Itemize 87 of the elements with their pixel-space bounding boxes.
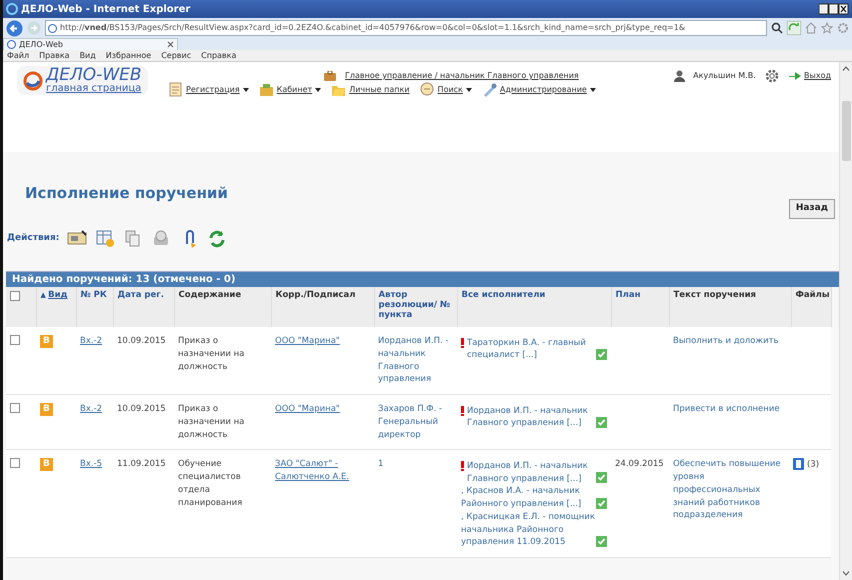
post-link[interactable]: Главное управление / начальник Главного управления: [345, 70, 579, 82]
nav-item-icon: [420, 82, 435, 97]
column-header: Содержание: [178, 291, 242, 301]
refresh-icon[interactable]: [207, 229, 228, 249]
column-header: Текст поручения: [674, 291, 756, 301]
plan-date: 24.09.2015: [615, 459, 664, 470]
scroll-down-icon[interactable]: [842, 571, 850, 576]
close-icon[interactable]: [167, 41, 174, 48]
page-icon: [48, 24, 57, 32]
row-checkbox[interactable]: [10, 335, 20, 345]
executor-text: Иорданов И.П. - начальник Главного управления [...]: [467, 460, 589, 486]
menu-item[interactable]: Правка: [39, 50, 70, 62]
file-count: (3): [807, 460, 820, 470]
result-count: Найдено поручений: 13 (отмечено - 0): [12, 273, 236, 287]
scrollbar-thumb[interactable]: [842, 101, 850, 161]
content-text: Приказ о назначении на должность: [178, 404, 244, 440]
task-text: Привести в исполнение: [673, 404, 780, 414]
browser-logo-icon: [6, 3, 18, 15]
executor-text: Тараторкин В.А. - главный специалист [...]: [467, 336, 587, 362]
select-all-checkbox[interactable]: [10, 291, 20, 301]
column-header[interactable]: Все исполнители: [462, 291, 546, 301]
logout-link[interactable]: Выход: [788, 70, 831, 82]
content-text: Обучение специалистов отдела планирования: [178, 459, 242, 508]
document-number-link[interactable]: Вх.-2: [80, 404, 102, 414]
column-header: Файлы: [796, 291, 830, 301]
home-link[interactable]: главная страница: [46, 84, 142, 94]
briefcase-icon: [323, 71, 337, 81]
type-badge: В: [40, 335, 53, 348]
search-icon[interactable]: [771, 22, 783, 34]
row-checkbox[interactable]: [10, 403, 20, 413]
menu-item[interactable]: Избранное: [106, 50, 152, 62]
arrow-right-icon: [788, 70, 802, 82]
executor-text: , Красницкая Е.Л. - помощник начальника Районного управления 11.09.2015: [461, 510, 596, 549]
column-header: Корр./Подписал: [276, 291, 356, 301]
date-text: 10.09.2015: [117, 404, 166, 414]
column-header[interactable]: Вид: [48, 291, 68, 301]
column-header[interactable]: План: [616, 291, 640, 301]
date-text: 10.09.2015: [117, 336, 166, 346]
nav-menu-item[interactable]: Поиск: [420, 82, 472, 97]
column-header[interactable]: № РК: [80, 291, 107, 301]
nav-menu-item[interactable]: Администрирование: [482, 82, 596, 97]
row-checkbox[interactable]: [10, 458, 20, 468]
browser-tab[interactable]: ДЕЛО-Web: [3, 38, 178, 50]
settings-icon[interactable]: [764, 68, 780, 84]
page-title: Исполнение поручений: [25, 186, 229, 201]
star-icon[interactable]: [821, 22, 833, 34]
type-badge: В: [40, 458, 53, 472]
menu-item[interactable]: Файл: [7, 50, 30, 62]
actions-label: Действия:: [7, 232, 60, 246]
correspondent-link[interactable]: ООО "Марина": [275, 335, 370, 348]
logo-badge[interactable]: ДЕЛО-WEB главная страница: [17, 66, 148, 95]
task-text: Выполнить и доложить: [673, 336, 779, 346]
document-number-link[interactable]: Вх.-5: [80, 459, 102, 470]
logo-text: ДЕЛО-WEB: [46, 67, 142, 84]
window-controls-icon[interactable]: [819, 3, 849, 15]
back-icon[interactable]: [6, 20, 23, 36]
document-number-link[interactable]: Вх.-2: [80, 336, 102, 346]
executor-text: , Краснов И.А. - начальник Районного управления [...]: [461, 485, 582, 511]
window-title: ДЕЛО-Web - Internet Explorer: [21, 2, 192, 16]
type-badge: В: [40, 403, 53, 416]
task-text: Обеспечить повышение уровня профессиональных знаний работников подразделения: [673, 459, 781, 520]
content-text: Приказ о назначении на должность: [178, 336, 244, 372]
resolution-author-text: Захаров П.Ф. - Генеральный директор: [378, 403, 444, 442]
nav-item-icon: [258, 82, 274, 97]
user-name: Акульшин М.В.: [693, 70, 756, 82]
file-icon[interactable]: [793, 458, 804, 470]
home-icon[interactable]: [805, 22, 817, 34]
resolution-author-text: Иорданов И.П. - начальник Главного управления: [378, 335, 450, 386]
nav-menu-item[interactable]: Кабинет: [258, 82, 322, 97]
logo-swirl-icon: [23, 70, 43, 90]
nav-item-icon: [168, 82, 183, 97]
table-settings-icon[interactable]: [95, 229, 116, 249]
scroll-up-icon[interactable]: [842, 66, 850, 71]
user-icon: [674, 70, 686, 82]
nav-menu-item[interactable]: Регистрация: [168, 82, 249, 97]
executor-text: Иорданов И.П. - начальник Главного управления [...]: [467, 404, 589, 430]
menu-item[interactable]: Сервис: [161, 50, 192, 62]
nav-menu-item[interactable]: Личные папки: [331, 82, 410, 97]
date-text: 11.09.2015: [117, 459, 166, 470]
column-header[interactable]: Дата рег.: [118, 291, 164, 301]
menu-item[interactable]: Вид: [80, 50, 96, 62]
address-field[interactable]: http://vned/BS153/Pages/Srch/ResultView.aspx?card_id=0.2EZ4O.&cabinet_id=4057976&row=0&col=0&slot=1.1&srch_kind_name=srch_prj&type_req=1&: [45, 20, 767, 36]
menu-item[interactable]: Справка: [201, 50, 236, 62]
back-button[interactable]: Назад: [788, 199, 835, 218]
resolution-author-text: 1: [378, 458, 384, 471]
page-icon: [7, 40, 16, 49]
nav-item-icon: [482, 82, 497, 97]
